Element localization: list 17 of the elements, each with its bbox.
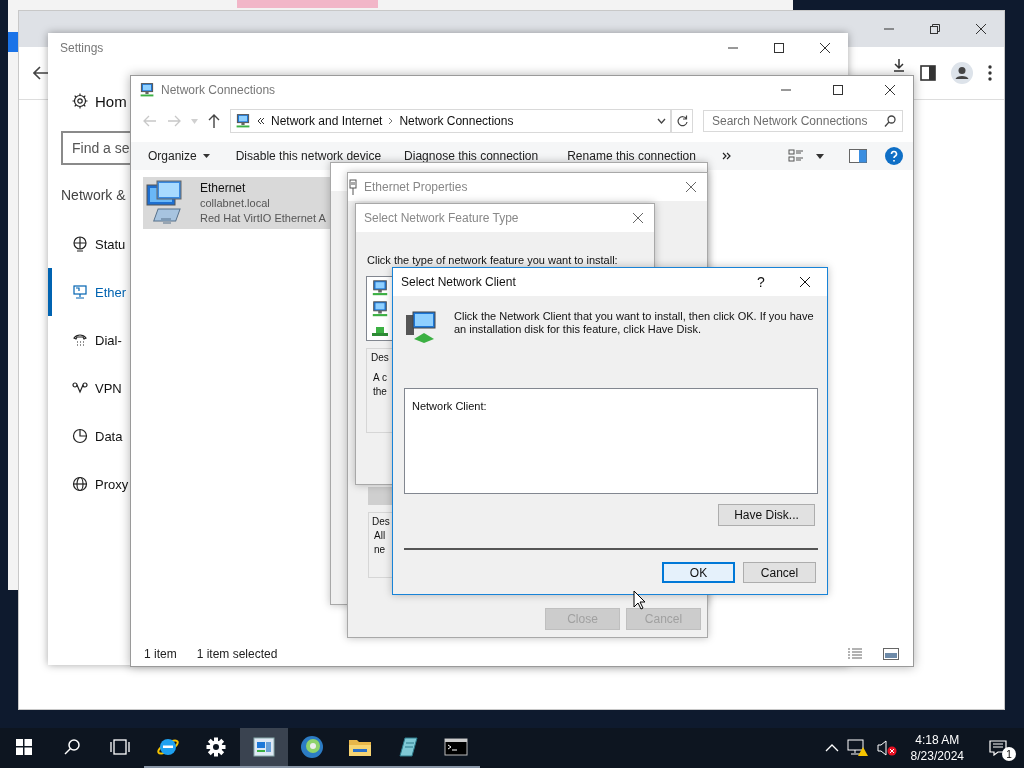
dialog-title: Ethernet Properties xyxy=(363,180,469,194)
group-label: Des xyxy=(372,515,391,529)
description-text: the xyxy=(372,385,388,399)
section-heading: Network & xyxy=(61,187,126,205)
description-text: All xyxy=(373,529,387,543)
prompt-text: Click the type of network feature you want to install: xyxy=(367,254,619,267)
dialog-title: Select Network Feature Type xyxy=(363,211,520,225)
selection-count: 1 item selected xyxy=(196,647,278,661)
window-title: Settings xyxy=(59,41,104,55)
item-count: 1 item xyxy=(144,647,177,661)
description-text: ne xyxy=(373,543,387,557)
description-text: A c xyxy=(372,371,388,385)
instruction-text: Click the Network Client that you want to install, then click OK. If you have an installation disk for this feature, click Have Disk. xyxy=(454,310,814,336)
group-label: Des xyxy=(371,351,390,365)
window-title: Network Connections xyxy=(161,83,276,97)
dialog-title: Select Network Client xyxy=(400,275,517,289)
notification-badge: 1 xyxy=(1002,747,1016,761)
